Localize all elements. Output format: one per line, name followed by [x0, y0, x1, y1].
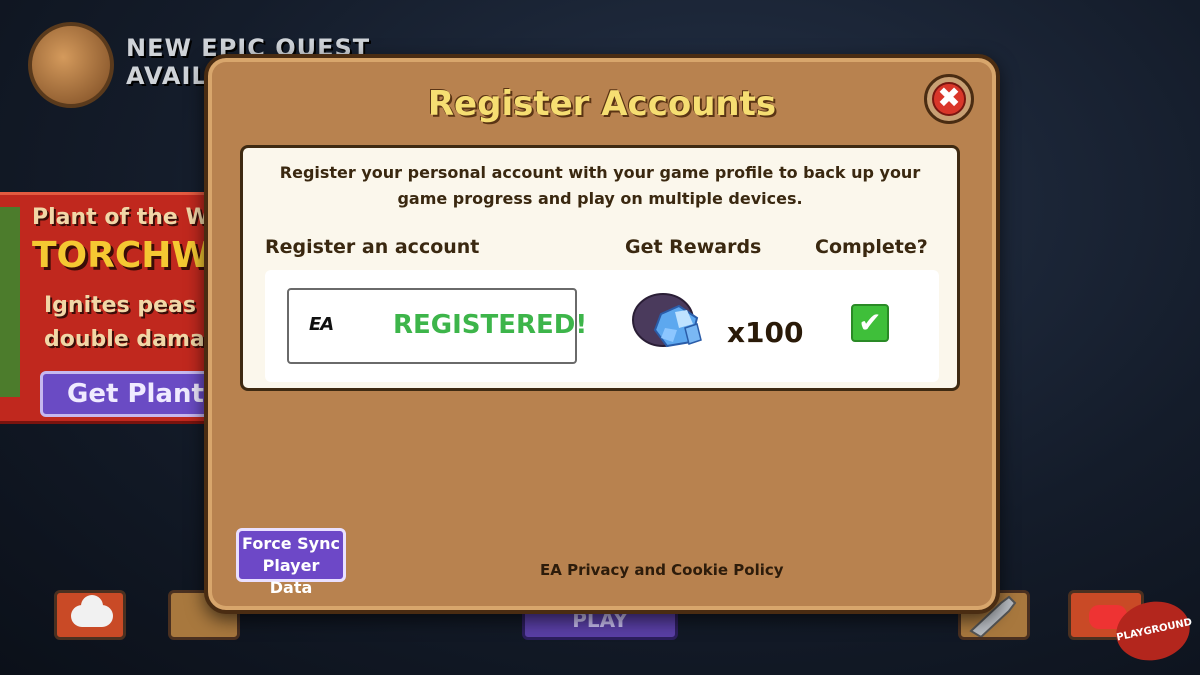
account-row: EA REGISTERED! x100 ✔	[265, 270, 939, 382]
register-description: Register your personal account with your…	[279, 163, 921, 208]
force-sync-button[interactable]: Force Sync Player Data	[236, 528, 346, 597]
ea-logo-icon: EA	[309, 314, 334, 335]
force-sync-label-line1: Force Sync	[242, 534, 340, 553]
force-sync-label-line2: Player Data	[262, 556, 320, 597]
quest-badge-icon[interactable]	[28, 22, 114, 108]
ea-account-button[interactable]: EA REGISTERED!	[287, 288, 587, 364]
close-icon: ✖	[932, 82, 966, 116]
cloud-button[interactable]	[54, 590, 126, 640]
register-info-box: Register your personal account with your…	[240, 145, 960, 391]
plant-thumbnail	[0, 207, 20, 397]
cloud-icon	[71, 595, 113, 627]
complete-check-icon: ✔	[851, 304, 889, 342]
close-button[interactable]: ✖	[924, 74, 974, 124]
column-header-complete: Complete?	[815, 236, 928, 258]
plant-of-week-panel: Plant of the We TORCHWOO Ignites peas fo…	[0, 192, 272, 424]
gem-pouch-icon	[632, 293, 702, 348]
get-plant-button[interactable]: Get Plant	[40, 371, 220, 417]
column-header-rewards: Get Rewards	[625, 236, 762, 258]
plant-panel-title: Plant of the We	[32, 205, 224, 230]
dialog-title: Register Accounts	[427, 84, 777, 124]
column-header-account: Register an account	[265, 236, 480, 258]
privacy-policy-link[interactable]: EA Privacy and Cookie Policy	[540, 561, 784, 579]
reward-count: x100	[727, 316, 804, 349]
registered-status: REGISTERED!	[393, 310, 588, 340]
